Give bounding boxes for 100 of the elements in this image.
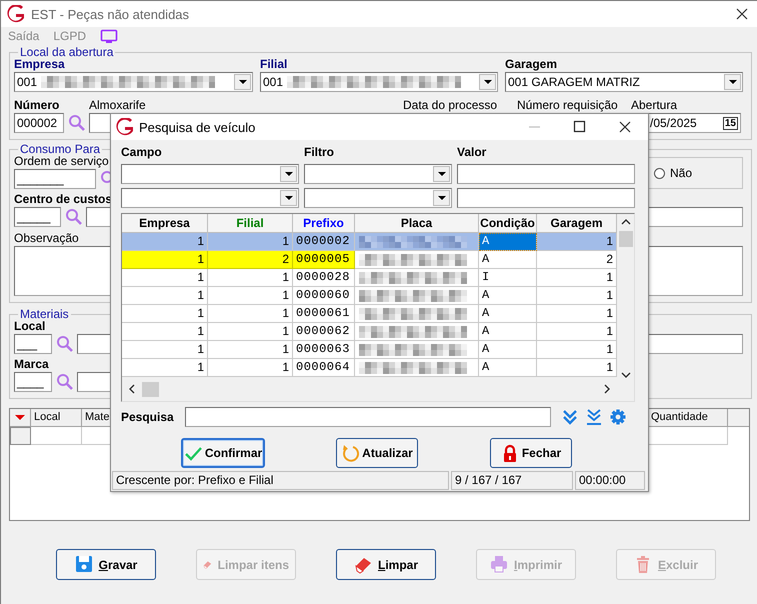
table-cell: 0000028 (293, 269, 355, 287)
caret-icon (238, 80, 246, 84)
field-label: Almoxarife (89, 98, 146, 113)
dropdown[interactable] (304, 188, 452, 208)
input-field[interactable]: ____ (14, 372, 52, 392)
table-cell: 1 (122, 269, 208, 287)
settings-icon[interactable] (609, 408, 627, 426)
table-cell: 1 (208, 341, 293, 359)
input-field[interactable] (457, 164, 635, 184)
field-label: Valor (457, 144, 488, 160)
field-label: Filtro (304, 144, 335, 160)
status-text: Crescente por: Prefixo e Filial (112, 471, 449, 490)
status-text: 9 / 167 / 167 (451, 471, 573, 490)
table-row[interactable]: 1 1 0000063 A 1 (122, 341, 617, 359)
input-field[interactable]: 000002 (14, 113, 64, 133)
table-cell: 0000061 (293, 305, 355, 323)
sort-triangle-icon (14, 413, 26, 422)
logo-icon (7, 5, 25, 23)
field-label: Pesquisa (121, 410, 175, 424)
search-field[interactable] (185, 407, 551, 427)
table-cell: 1 (122, 341, 208, 359)
confirm-button[interactable]: Confirmar (181, 438, 265, 468)
table-row[interactable]: 1 1 0000061 A 1 (122, 305, 617, 323)
column-header[interactable]: Filial (208, 214, 293, 233)
column-header[interactable]: Empresa (122, 214, 208, 233)
window-title: EST - Peças não atendidas (31, 6, 190, 22)
table-row[interactable]: 1 2 0000005 A 2 (122, 251, 617, 269)
input-field[interactable]: _____ (14, 207, 61, 227)
table-cell: 0000063 (293, 341, 355, 359)
input-field[interactable]: _______ (14, 169, 96, 189)
field-label: Número requisição (517, 98, 619, 113)
column-header[interactable]: Placa (355, 214, 479, 233)
input-field[interactable] (457, 188, 635, 208)
close-icon[interactable] (618, 120, 632, 134)
dropdown[interactable]: 001 (14, 72, 253, 92)
maximize-icon[interactable] (573, 120, 586, 133)
caret-icon (284, 172, 292, 176)
field-label: Data do processo (403, 98, 498, 113)
field-label: Garagem (505, 57, 558, 72)
caret-icon (284, 196, 292, 200)
table-row[interactable]: 1 1 0000062 A 1 (122, 323, 617, 341)
table-cell: 0000002 (293, 233, 355, 251)
logo-icon (116, 118, 134, 136)
table-cell: 1 (208, 323, 293, 341)
refresh-button[interactable]: Atualizar (336, 438, 418, 468)
scrollbar-thumb[interactable] (142, 382, 159, 396)
group-title: Consumo Para (19, 142, 102, 156)
close-button[interactable]: Fechar (490, 438, 572, 468)
scrollbar-thumb[interactable] (618, 231, 632, 247)
search-icon[interactable] (65, 208, 83, 226)
field-label: Campo (121, 144, 163, 160)
status-text: 00:00:00 (575, 471, 645, 490)
double-chevron-down-icon[interactable] (561, 408, 579, 426)
table-cell: 1 (122, 251, 208, 269)
field-label: Abertura (631, 98, 678, 113)
double-chevron-to-bottom-icon[interactable] (585, 408, 603, 426)
dropdown[interactable] (121, 188, 299, 208)
calendar-button[interactable]: 15 (722, 116, 738, 130)
table-cell: 1 (122, 287, 208, 305)
column-header[interactable]: Local (31, 409, 82, 426)
close-icon[interactable] (735, 7, 749, 21)
save-button[interactable]: Gravar (56, 549, 156, 580)
column-header[interactable]: Prefixo (293, 214, 355, 233)
dialog-title: Pesquisa de veículo (139, 120, 256, 134)
dropdown[interactable]: 001 GARAGEM MATRIZ (505, 72, 743, 92)
table-cell: 1 (537, 233, 617, 251)
dropdown[interactable] (121, 164, 299, 184)
field-label: Filial (260, 57, 288, 72)
table-cell: A (479, 323, 537, 341)
table-row[interactable]: 1 1 0000060 A 1 (122, 287, 617, 305)
table-cell: A (479, 287, 537, 305)
table-row[interactable]: 1 1 0000002 A 1 (122, 233, 617, 251)
refresh-icon (341, 444, 360, 462)
column-header[interactable]: Condição (479, 214, 537, 233)
table-row[interactable]: 1 1 0000028 I 1 (122, 269, 617, 287)
row-selector[interactable] (10, 427, 31, 445)
clear-button[interactable]: Limpar (336, 549, 436, 580)
table-cell: 0000062 (293, 323, 355, 341)
input-field[interactable]: ___ (14, 334, 52, 354)
group-title: Materiais (19, 307, 70, 321)
table-cell: A (479, 305, 537, 323)
search-icon[interactable] (68, 114, 86, 132)
table-cell: A (479, 251, 537, 269)
caret-icon (438, 172, 446, 176)
field-label: Local (14, 319, 46, 334)
column-header[interactable]: Garagem (537, 214, 617, 233)
field-label: Observação (14, 231, 79, 246)
search-icon[interactable] (56, 373, 74, 391)
table-cell: 1 (208, 305, 293, 323)
field-label: Centro de custos (14, 192, 112, 207)
table-cell: 1 (208, 287, 293, 305)
search-icon[interactable] (56, 335, 74, 353)
table-cell: A (479, 233, 537, 251)
field-label: Ordem de serviço (14, 154, 109, 169)
monitor-icon[interactable] (100, 28, 118, 44)
field-label: Empresa (14, 57, 65, 72)
dropdown[interactable]: 001 (260, 72, 498, 92)
radio-button[interactable]: Não (654, 166, 692, 180)
dropdown[interactable] (304, 164, 452, 184)
caret-icon (728, 80, 736, 84)
